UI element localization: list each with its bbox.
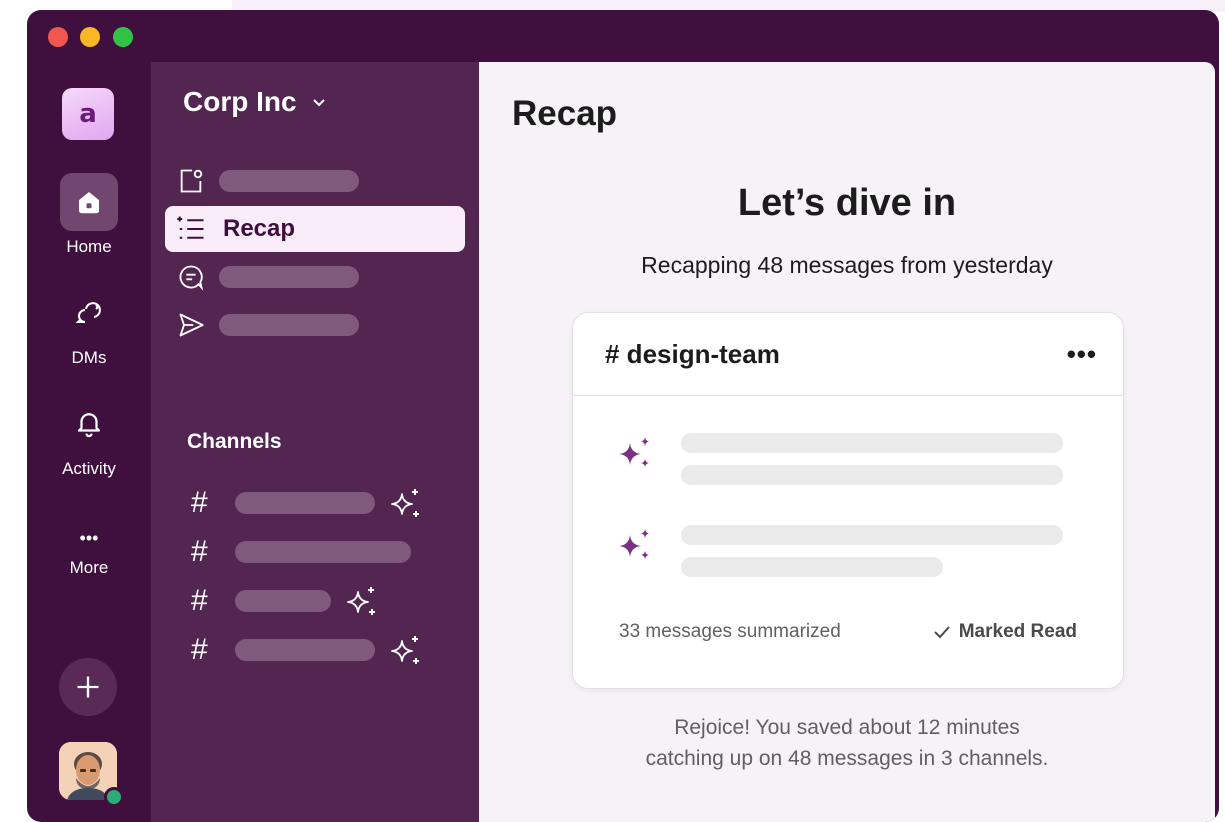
threads-icon bbox=[179, 265, 204, 291]
workspace-name: Corp Inc bbox=[183, 86, 297, 117]
rail-label-dms: DMs bbox=[71, 348, 107, 367]
placeholder-label bbox=[235, 541, 411, 563]
card-footer: 33 messages summarized Marked Read bbox=[619, 621, 1077, 643]
rail-item-dms[interactable]: DMs bbox=[27, 286, 151, 368]
rail-item-activity[interactable]: Activity bbox=[27, 397, 151, 479]
rail-label-activity: Activity bbox=[62, 459, 116, 478]
marked-read-label: Marked Read bbox=[958, 621, 1077, 642]
placeholder-label bbox=[219, 266, 359, 288]
summary-placeholder-line bbox=[681, 465, 1063, 485]
hash-icon: # bbox=[191, 486, 208, 519]
hash-icon: # bbox=[191, 584, 208, 617]
sparkle-icon bbox=[619, 529, 649, 559]
rail-label-more: More bbox=[69, 558, 109, 577]
bell-icon bbox=[77, 413, 101, 438]
rail-label-home: Home bbox=[66, 237, 112, 256]
channel-item[interactable]: # bbox=[191, 630, 423, 670]
recap-subheading: Recapping 48 messages from yesterday bbox=[641, 252, 1053, 278]
time-saved-line-2: catching up on 48 messages in 3 channels… bbox=[645, 747, 1049, 770]
placeholder-label bbox=[235, 639, 375, 661]
summary-placeholder-line bbox=[681, 433, 1063, 453]
marked-read-button[interactable]: Marked Read bbox=[933, 621, 1077, 643]
send-icon bbox=[179, 313, 204, 337]
home-button[interactable] bbox=[60, 173, 118, 231]
sidebar-item-unreads[interactable] bbox=[165, 158, 465, 204]
checkmark-icon bbox=[934, 626, 950, 639]
sidebar-item-label: Recap bbox=[223, 215, 296, 242]
chevron-down-icon bbox=[312, 99, 325, 107]
placeholder-label bbox=[219, 314, 359, 336]
card-header: # design-team ••• bbox=[573, 313, 1123, 396]
channel-summary-card: # design-team ••• 33 messages summarized… bbox=[572, 312, 1124, 689]
summary-placeholder-line bbox=[681, 525, 1063, 545]
close-window-button[interactable] bbox=[48, 27, 68, 47]
channel-title[interactable]: # design-team bbox=[605, 339, 780, 370]
placeholder-label bbox=[219, 170, 359, 192]
unreads-icon bbox=[180, 169, 203, 193]
sidebar-item-threads[interactable] bbox=[165, 254, 465, 300]
zoom-window-button[interactable] bbox=[113, 27, 133, 47]
summary-placeholder-line bbox=[681, 557, 943, 577]
workspace-avatar[interactable]: a bbox=[62, 88, 114, 140]
dms-button[interactable] bbox=[60, 286, 118, 338]
placeholder-label bbox=[235, 590, 331, 612]
sparkle-outline-icon bbox=[391, 636, 419, 664]
channel-item[interactable]: # bbox=[191, 532, 425, 572]
summary-count: 33 messages summarized bbox=[619, 621, 841, 642]
rail-item-more[interactable]: ••• More bbox=[27, 528, 151, 578]
more-icon: ••• bbox=[79, 528, 99, 548]
dms-icon bbox=[75, 302, 101, 323]
sparkle-icon bbox=[619, 437, 649, 467]
summary-item bbox=[617, 525, 1063, 577]
placeholder-label bbox=[235, 492, 375, 514]
main-panel: Recap Let’s dive in Recapping 48 message… bbox=[479, 62, 1215, 822]
more-options-button[interactable]: ••• bbox=[1067, 339, 1097, 370]
time-saved-line-1: Rejoice! You saved about 12 minutes bbox=[674, 716, 1020, 739]
sidebar-item-drafts[interactable] bbox=[165, 302, 465, 348]
workspace-switcher[interactable]: Corp Inc bbox=[183, 86, 327, 118]
channel-item[interactable]: # bbox=[191, 581, 379, 621]
channel-item[interactable]: # bbox=[191, 483, 423, 523]
presence-indicator bbox=[104, 787, 124, 807]
plus-icon bbox=[77, 676, 99, 698]
home-icon bbox=[79, 192, 99, 214]
page-title: Recap bbox=[512, 94, 618, 133]
add-button[interactable] bbox=[59, 658, 117, 716]
hash-icon: # bbox=[191, 633, 208, 666]
app-window: a Home DMs Activity ••• More Corp Inc Re… bbox=[27, 10, 1219, 822]
activity-button[interactable] bbox=[60, 397, 118, 449]
sparkle-outline-icon bbox=[347, 587, 375, 615]
summary-item bbox=[617, 433, 1063, 485]
rail-item-home[interactable]: Home bbox=[27, 173, 151, 257]
sidebar-item-recap[interactable]: Recap bbox=[165, 206, 465, 252]
workspace-initial: a bbox=[79, 99, 97, 129]
hash-icon: # bbox=[191, 535, 208, 568]
sparkle-outline-icon bbox=[391, 489, 419, 517]
sidebar: Corp Inc Recap Channels # # # # bbox=[151, 62, 479, 822]
recap-heading: Let’s dive in bbox=[737, 182, 957, 224]
time-saved-message: Rejoice! You saved about 12 minutes catc… bbox=[479, 712, 1215, 774]
minimize-window-button[interactable] bbox=[80, 27, 100, 47]
channels-header[interactable]: Channels bbox=[187, 430, 282, 454]
recap-list-icon bbox=[177, 216, 204, 239]
